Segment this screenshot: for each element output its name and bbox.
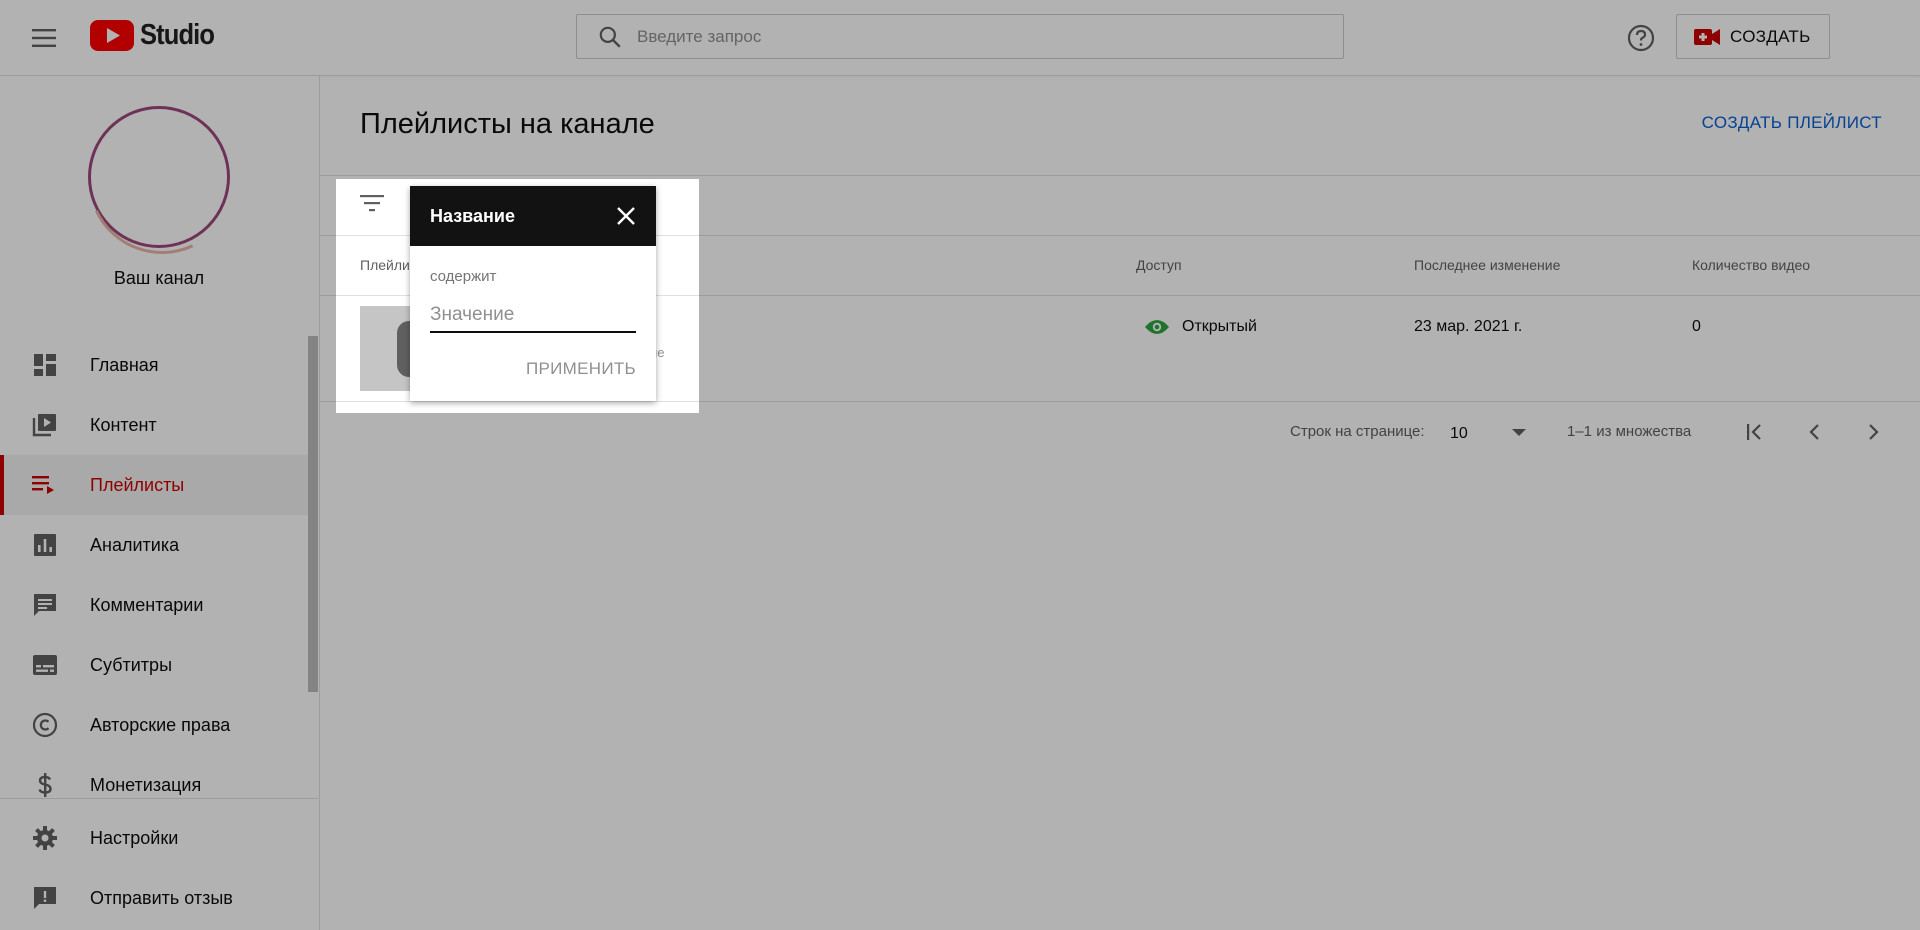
close-icon[interactable] [614, 204, 638, 228]
filter-value-input[interactable] [430, 299, 636, 333]
divider [336, 401, 699, 402]
apply-button[interactable]: ПРИМЕНИТЬ [526, 359, 636, 379]
filter-icon[interactable] [360, 194, 390, 218]
filter-popup: Название содержит ПРИМЕНИТЬ [410, 186, 656, 401]
column-header-playlist[interactable]: Плейли [360, 257, 410, 273]
filter-popup-header: Название [410, 186, 656, 246]
filter-popup-title: Название [430, 205, 515, 226]
modal-backdrop[interactable] [0, 0, 1920, 930]
filter-operator-label: содержит [430, 268, 497, 285]
